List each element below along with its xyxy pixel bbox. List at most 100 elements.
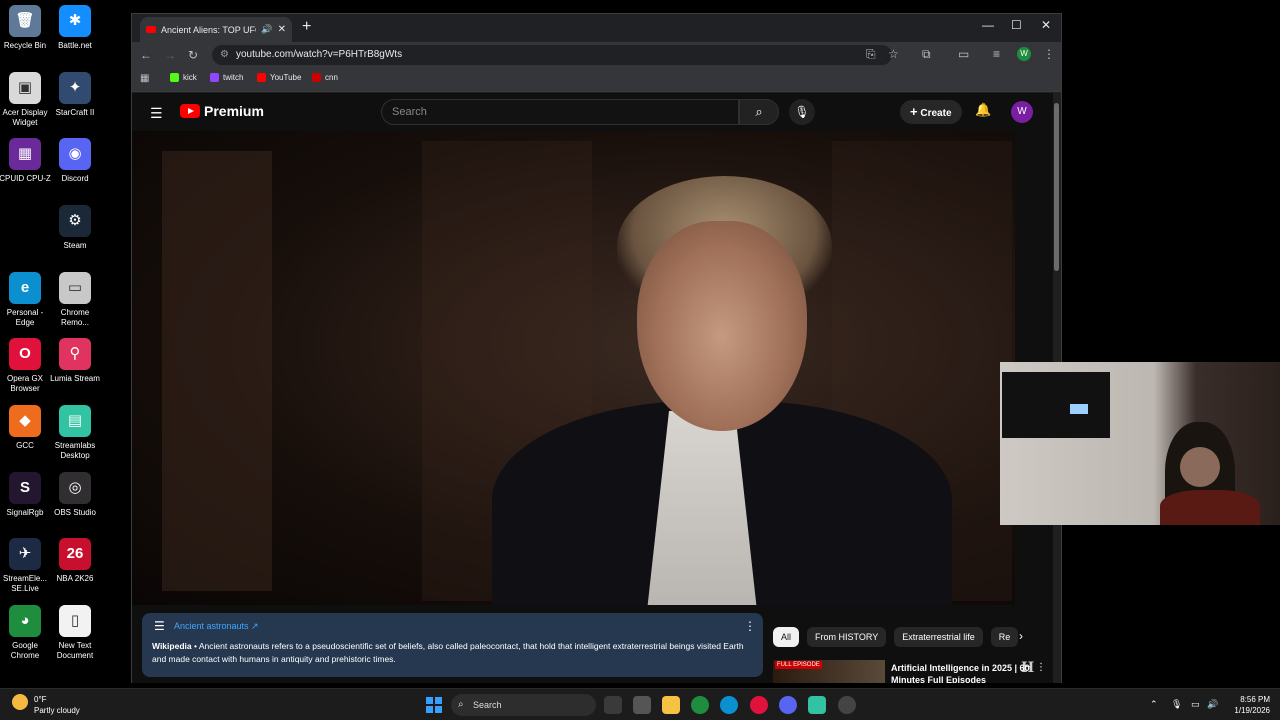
bookmark-favicon-icon — [210, 73, 219, 82]
menu-icon[interactable]: ☰ — [150, 105, 163, 122]
desktop-icon[interactable]: O Opera GX Browser — [0, 338, 53, 394]
streamlabs-taskbar-icon[interactable] — [808, 696, 826, 714]
show-hidden-icons[interactable]: ⌃ — [1150, 699, 1158, 710]
task-view-icon[interactable] — [604, 696, 622, 714]
side-panel-icon[interactable]: ▭ — [958, 47, 969, 61]
desktop-icon[interactable]: ▦ CPUID CPU-Z — [0, 138, 53, 184]
reload-icon[interactable]: ↻ — [188, 48, 198, 62]
video-thumbnail[interactable]: FULL EPISODE — [773, 660, 885, 683]
filter-chip[interactable]: Extraterrestrial life — [894, 627, 983, 647]
filter-chip[interactable]: From HISTORY — [807, 627, 887, 647]
more-options-icon[interactable]: ⋮ — [744, 619, 756, 633]
desktop-icon-label: Lumia Stream — [50, 374, 100, 383]
desktop-icon[interactable]: ◆ GCC — [0, 405, 53, 451]
create-button[interactable]: + Create — [900, 100, 962, 124]
search-input[interactable]: Search — [381, 99, 739, 125]
desktop-icon[interactable]: S SignalRgb — [0, 472, 53, 518]
close-window-icon[interactable]: ✕ — [1041, 18, 1051, 32]
address-bar[interactable]: ⚙ youtube.com/watch?v=P6HTrB8gWts — [212, 45, 892, 65]
search-icon: ⌕ — [458, 699, 464, 710]
video-title[interactable]: Artificial Intelligence in 2025 | 60 Min… — [891, 662, 1031, 683]
close-tab-icon[interactable]: ✕ — [278, 24, 286, 35]
audio-icon[interactable]: 🔊 — [261, 24, 272, 35]
search-icon[interactable]: ⌕ — [739, 99, 779, 125]
minimize-icon[interactable]: — — [982, 18, 994, 32]
chrome-taskbar-icon[interactable] — [691, 696, 709, 714]
bookmark-favicon-icon — [312, 73, 321, 82]
media-control-icon[interactable]: ≡ — [993, 47, 1000, 61]
edge-taskbar-icon[interactable] — [720, 696, 738, 714]
desktop-icon-label: Chrome Remo... — [60, 308, 90, 327]
apps-grid-icon[interactable]: ▦ — [140, 73, 149, 84]
streamer-face — [1180, 447, 1220, 487]
account-avatar[interactable]: W — [1011, 101, 1033, 123]
microphone-icon[interactable]: 🎙 — [789, 99, 815, 125]
desktop-icon[interactable]: ▤ Streamlabs Desktop — [47, 405, 103, 461]
chevron-right-icon[interactable]: › — [1019, 629, 1023, 643]
opera-gx-taskbar-icon[interactable] — [750, 696, 768, 714]
bookmark-star-icon[interactable]: ☆ — [888, 47, 899, 61]
app-icon: ▣ — [9, 72, 41, 104]
desktop-icon[interactable]: ▯ New Text Document — [47, 605, 103, 661]
notifications-bell-icon[interactable]: 🔔 — [975, 102, 991, 118]
desktop-icon[interactable]: ◉ Discord — [47, 138, 103, 184]
filter-chip[interactable]: Re — [990, 627, 1019, 647]
app-icon: S — [9, 472, 41, 504]
desktop-icon[interactable]: ✦ StarCraft II — [47, 72, 103, 118]
desktop-icon[interactable]: 26 NBA 2K26 — [47, 538, 103, 584]
video-player[interactable] — [132, 131, 1015, 605]
clock[interactable]: 8:56 PM 1/19/2026 — [1226, 694, 1270, 716]
desktop-icon[interactable]: ⚲ Lumia Stream — [47, 338, 103, 384]
microphone-tray-icon[interactable]: 🎙 — [1171, 699, 1182, 710]
desktop-icon[interactable]: ▭ Chrome Remo... — [47, 272, 103, 328]
info-panel-title[interactable]: Ancient astronauts ↗ — [174, 621, 259, 632]
file-explorer-icon[interactable] — [662, 696, 680, 714]
desktop-icon-label: StreamEle... SE.Live — [2, 574, 47, 593]
filter-chip[interactable]: All — [773, 627, 800, 647]
install-app-icon[interactable]: ⎘ — [866, 47, 876, 62]
desktop-icon[interactable]: ✱ Battle.net — [47, 5, 103, 51]
chrome-menu-icon[interactable]: ⋮ — [1043, 47, 1055, 61]
windows-start-icon[interactable] — [426, 697, 442, 713]
info-panel-text: Wikipedia • Ancient astronauts refers to… — [152, 640, 752, 666]
desktop-icon[interactable]: ✈ StreamEle... SE.Live — [0, 538, 53, 594]
extensions-icon[interactable]: ⧉ — [922, 47, 931, 62]
tab-active[interactable]: Ancient Aliens: TOP UFO M 🔊 ✕ — [140, 17, 292, 42]
weather-widget[interactable]: 0°F Partly cloudy — [12, 694, 80, 716]
desktop-icon[interactable]: ◕ Google Chrome — [0, 605, 53, 661]
desktop-icon[interactable]: e Personal - Edge — [0, 272, 53, 328]
lumia-taskbar-icon[interactable] — [838, 696, 856, 714]
desktop-icon[interactable]: ⚙ Steam — [47, 205, 103, 251]
maximize-icon[interactable]: ☐ — [1011, 18, 1022, 32]
scrollbar-thumb[interactable] — [1054, 103, 1059, 271]
new-tab-button[interactable]: + — [302, 18, 311, 36]
back-icon[interactable]: ← — [140, 48, 152, 62]
app-icon: ✦ — [59, 72, 91, 104]
site-info-icon[interactable]: ⚙ — [220, 45, 229, 65]
widgets-icon[interactable] — [633, 696, 651, 714]
more-options-icon[interactable]: ⋮ — [1036, 662, 1046, 673]
profile-avatar[interactable]: W — [1017, 47, 1031, 61]
youtube-page: ☰ Premium Search ⌕ 🎙 + Create 🔔 W H ☰ An… — [132, 93, 1053, 683]
desktop-icon[interactable]: ▣ Acer Display Widget — [0, 72, 53, 128]
streamer-shirt — [1160, 490, 1260, 525]
bookmark-twitch[interactable]: twitch — [210, 73, 243, 82]
weather-icon — [12, 694, 28, 710]
volume-icon[interactable]: 🔊 — [1207, 699, 1218, 710]
taskbar-search[interactable]: ⌕ Search — [451, 694, 596, 716]
desktop-icon-label: Discord — [61, 174, 89, 183]
desktop-icon-label: CPUID CPU-Z — [0, 174, 51, 183]
plus-icon: + — [910, 104, 918, 119]
bookmark-cnn[interactable]: cnn — [312, 73, 338, 82]
desktop-icon[interactable]: 🗑 Recycle Bin — [0, 5, 53, 51]
network-icon[interactable]: ▭ — [1191, 699, 1200, 710]
bookmark-kick[interactable]: kick — [170, 73, 197, 82]
bookmark-youtube[interactable]: YouTube — [257, 73, 301, 82]
discord-taskbar-icon[interactable] — [779, 696, 797, 714]
recommended-video[interactable]: FULL EPISODE Artificial Intelligence in … — [773, 660, 1046, 683]
desktop-icon[interactable]: ◎ OBS Studio — [47, 472, 103, 518]
youtube-logo[interactable]: Premium — [180, 103, 264, 119]
url-text: youtube.com/watch?v=P6HTrB8gWts — [236, 49, 403, 60]
time: 8:56 PM — [1240, 695, 1270, 704]
forward-icon[interactable]: → — [164, 48, 176, 62]
